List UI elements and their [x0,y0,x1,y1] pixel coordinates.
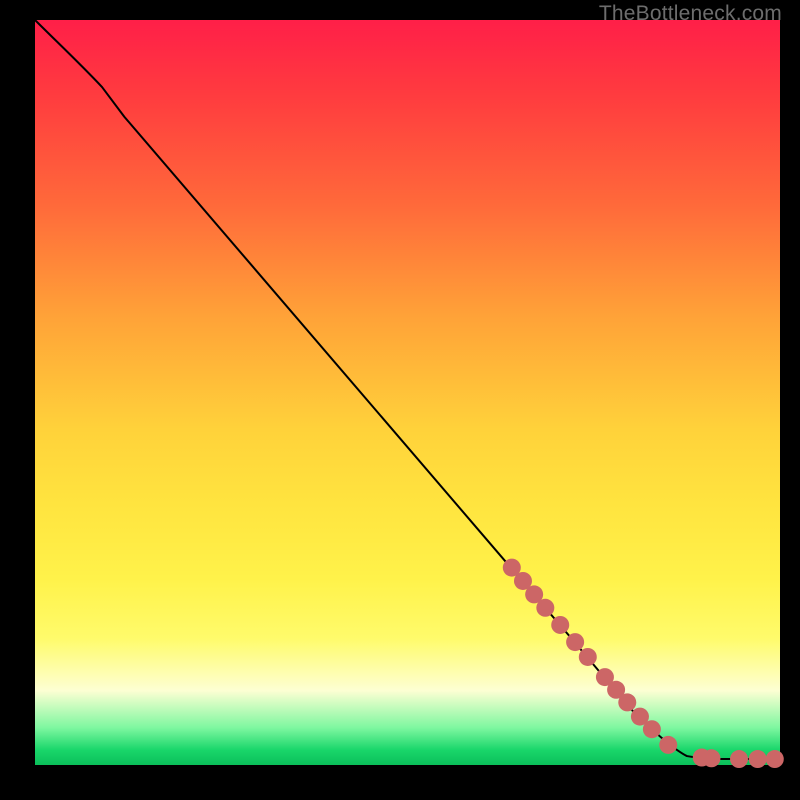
data-dot [643,720,661,738]
data-dot [579,648,597,666]
data-dot [536,599,554,617]
watermark-label: TheBottleneck.com [599,2,782,26]
data-dot [618,693,636,711]
data-dot [749,750,767,768]
data-dots [503,559,784,768]
data-dot [659,736,677,754]
bottleneck-curve [35,20,780,759]
chart-frame: TheBottleneck.com [0,0,800,800]
data-dot [766,750,784,768]
data-dot [702,749,720,767]
data-dot [551,616,569,634]
data-dot [566,633,584,651]
plot-area [35,20,780,765]
chart-svg [35,20,780,765]
data-dot [730,750,748,768]
